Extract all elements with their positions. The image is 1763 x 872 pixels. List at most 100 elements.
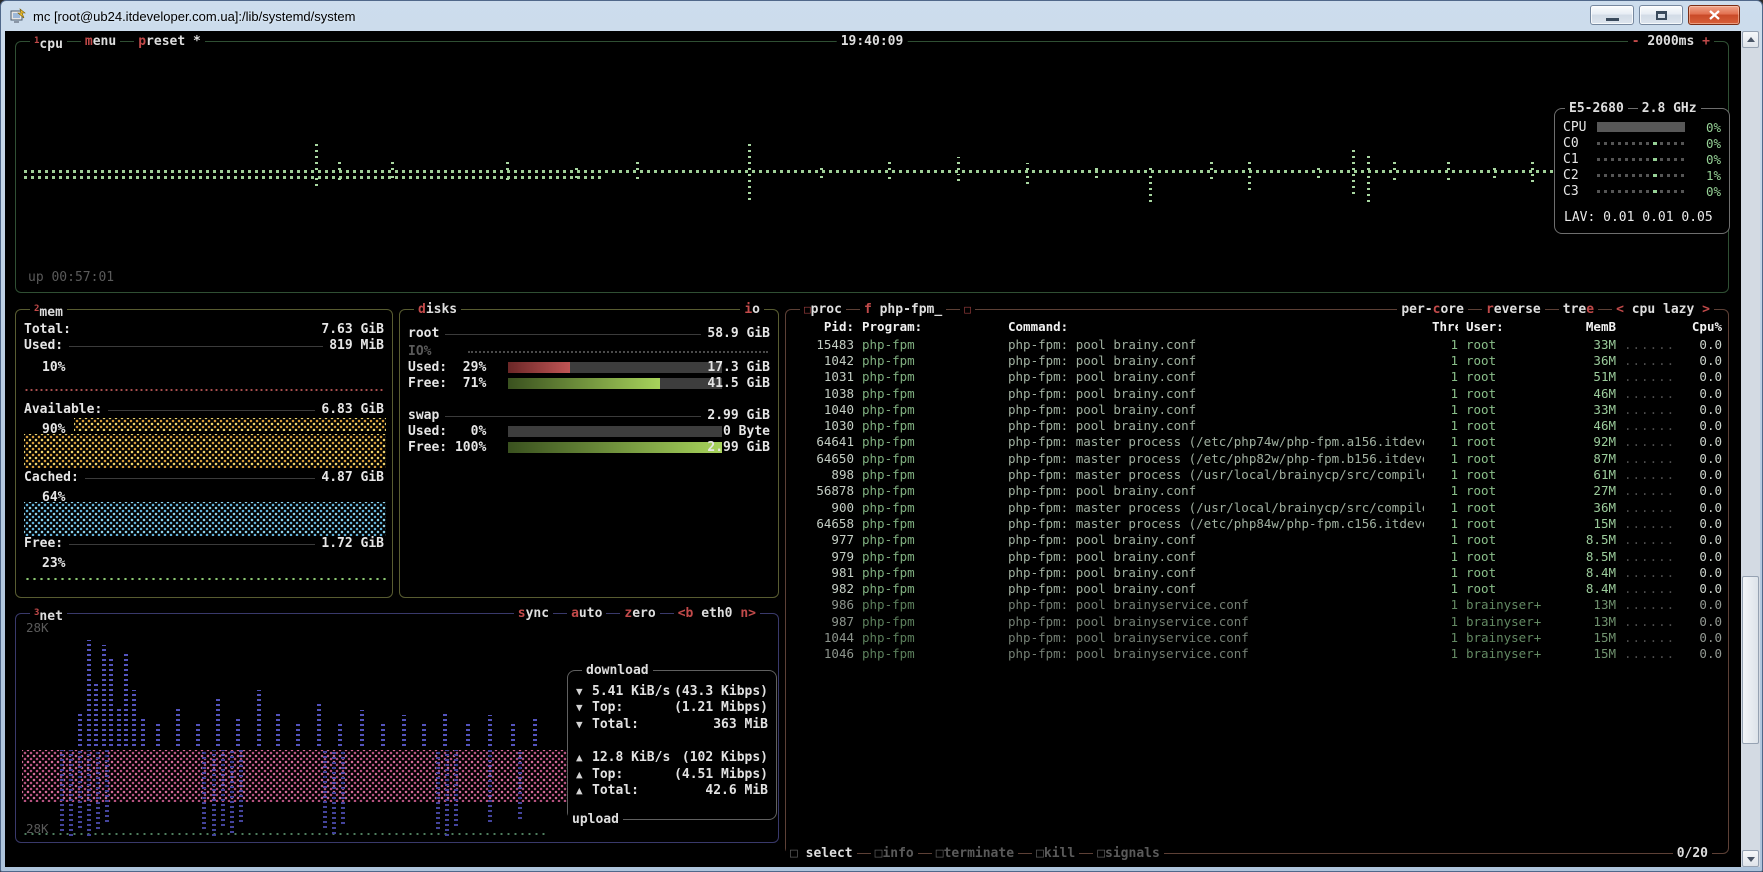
download-column [402, 715, 406, 746]
disk-usage-bar-row: Free: 100%2.99 GiB [408, 440, 770, 456]
process-row[interactable]: 1040php-fpmphp-fpm: pool brainy.conf1roo… [792, 401, 1722, 417]
upload-column [87, 750, 91, 836]
proc-box-title[interactable]: □proc [800, 301, 846, 318]
mem-box-title[interactable]: 2mem [30, 301, 67, 321]
reverse-toggle[interactable]: reverse [1482, 301, 1545, 318]
scrollbar-up-button[interactable] [1742, 31, 1759, 48]
process-table: 15483php-fpmphp-fpm: pool brainy.conf1ro… [792, 336, 1722, 662]
net-stat-row [576, 733, 768, 750]
net-baseline-dots [22, 831, 548, 837]
process-row[interactable]: 987php-fpmphp-fpm: pool brainyservice.co… [792, 613, 1722, 629]
upload-column [445, 750, 449, 836]
info-action[interactable]: □info [871, 845, 918, 862]
kill-action[interactable]: □kill [1032, 845, 1079, 862]
download-column [94, 684, 98, 746]
upload-column [96, 750, 100, 829]
process-row[interactable]: 986php-fpmphp-fpm: pool brainyservice.co… [792, 597, 1722, 613]
signals-action[interactable]: □signals [1093, 845, 1164, 862]
scrollbar-thumb[interactable] [1742, 576, 1759, 744]
column-header[interactable]: User: [1466, 319, 1562, 334]
io-toggle[interactable]: io [740, 301, 764, 318]
upload-column [60, 750, 64, 831]
process-row[interactable]: 1042php-fpmphp-fpm: pool brainy.conf1roo… [792, 352, 1722, 368]
net-stat-row: ▼5.41 KiB/s(43.3 Kibps) [576, 683, 768, 700]
sync-toggle[interactable]: sync [514, 605, 553, 622]
cpu-meter-row: C21% [1563, 167, 1721, 183]
upload-column [488, 750, 492, 822]
cpu-meter-row: C30% [1563, 183, 1721, 199]
process-row[interactable]: 64650php-fpmphp-fpm: master process (/et… [792, 450, 1722, 466]
upload-column [323, 750, 327, 828]
mem-stat-line: Free:1.72 GiB [24, 536, 384, 552]
process-row[interactable]: 900php-fpmphp-fpm: master process (/usr/… [792, 499, 1722, 515]
close-button[interactable] [1688, 5, 1740, 25]
maximize-button[interactable] [1639, 5, 1683, 25]
download-column [381, 724, 385, 746]
process-row[interactable]: 56878php-fpmphp-fpm: pool brainy.conf1ro… [792, 483, 1722, 499]
column-header[interactable]: Pid: [792, 319, 854, 334]
scrollbar-track[interactable] [1741, 31, 1760, 867]
process-row[interactable]: 979php-fpmphp-fpm: pool brainy.conf1root… [792, 548, 1722, 564]
mem-percent: 10% [42, 360, 65, 375]
auto-toggle[interactable]: auto [567, 605, 606, 622]
process-row[interactable]: 1046php-fpmphp-fpm: pool brainyservice.c… [792, 646, 1722, 662]
process-row[interactable]: 15483php-fpmphp-fpm: pool brainy.conf1ro… [792, 336, 1722, 352]
upload-column [202, 750, 206, 829]
select-action[interactable]: □ select [786, 845, 857, 862]
process-row[interactable]: 981php-fpmphp-fpm: pool brainy.conf1root… [792, 564, 1722, 580]
download-column [141, 718, 145, 746]
tree-toggle[interactable]: tree [1559, 301, 1598, 318]
disks-box-title[interactable]: disks [414, 301, 461, 318]
download-column [360, 710, 364, 746]
process-row[interactable]: 64641php-fpmphp-fpm: master process (/et… [792, 434, 1722, 450]
disks-box: disks io root58.9 GiBIO%Used: 29%17.3 Gi… [399, 309, 779, 598]
sort-selector[interactable]: < cpu lazy > [1612, 301, 1714, 318]
process-row[interactable]: 64658php-fpmphp-fpm: master process (/et… [792, 515, 1722, 531]
per-core-toggle[interactable]: per-core [1397, 301, 1468, 318]
process-row[interactable]: 977php-fpmphp-fpm: pool brainy.conf1root… [792, 532, 1722, 548]
download-column [196, 724, 200, 746]
menu-button[interactable]: menu [81, 33, 120, 50]
process-row[interactable]: 1031php-fpmphp-fpm: pool brainy.conf1roo… [792, 369, 1722, 385]
process-row[interactable]: 1030php-fpmphp-fpm: pool brainy.conf1roo… [792, 417, 1722, 433]
interval-stepper[interactable]: - 2000ms + [1628, 33, 1714, 50]
process-row[interactable]: 898php-fpmphp-fpm: master process (/usr/… [792, 466, 1722, 482]
zero-toggle[interactable]: zero [620, 605, 659, 622]
download-column [422, 724, 426, 746]
download-column [511, 724, 515, 746]
uptime: up 00:57:01 [28, 270, 114, 285]
column-header[interactable]: Threads: [1432, 319, 1458, 334]
cpu-history-graph [24, 120, 1554, 290]
download-column [488, 715, 492, 746]
process-row[interactable]: 982php-fpmphp-fpm: pool brainy.conf1root… [792, 580, 1722, 596]
minimize-button[interactable] [1590, 5, 1634, 25]
download-column [296, 721, 300, 746]
column-header[interactable]: Cpu% [1682, 319, 1722, 334]
close-icon [1709, 10, 1720, 20]
mem-percent: 23% [42, 556, 65, 571]
terminate-action[interactable]: □terminate [932, 845, 1018, 862]
cpu-core-meters: CPU0%C00%C10%C21%C30% [1563, 119, 1721, 199]
interface-selector[interactable]: <b eth0 n> [674, 605, 760, 622]
cpu-box: 1cpumenupreset * 19:40:09 - 2000ms + up … [15, 41, 1729, 293]
window-titlebar[interactable]: mc [root@ub24.itdeveloper.com.ua]:/lib/s… [1, 1, 1762, 31]
scrollbar-down-button[interactable] [1742, 850, 1759, 867]
putty-app-icon [10, 8, 26, 24]
proc-filter-input[interactable]: f php-fpm_ [860, 301, 946, 318]
proc-filter-clear[interactable]: □ [960, 301, 975, 318]
download-column [338, 724, 342, 746]
mem-stat-line: Available:6.83 GiB [24, 402, 384, 418]
mem-graph [24, 576, 386, 583]
process-row[interactable]: 1044php-fpmphp-fpm: pool brainyservice.c… [792, 629, 1722, 645]
net-stat-row: ▼Top:(1.21 Mibps) [576, 700, 768, 717]
cpu-box-title[interactable]: 1cpu [30, 33, 67, 53]
cpu-info-box: E5-26802.8 GHz CPU0%C00%C10%C21%C30% LAV… [1554, 108, 1730, 234]
column-header[interactable]: Command: [1008, 319, 1424, 334]
download-column [156, 724, 160, 746]
process-row[interactable]: 1038php-fpmphp-fpm: pool brainy.conf1roo… [792, 385, 1722, 401]
download-column [216, 696, 220, 746]
column-header[interactable]: Program: [862, 319, 1000, 334]
column-header[interactable]: MemB [1570, 319, 1616, 334]
disk-meter [508, 362, 722, 373]
preset-button[interactable]: preset * [134, 33, 205, 50]
